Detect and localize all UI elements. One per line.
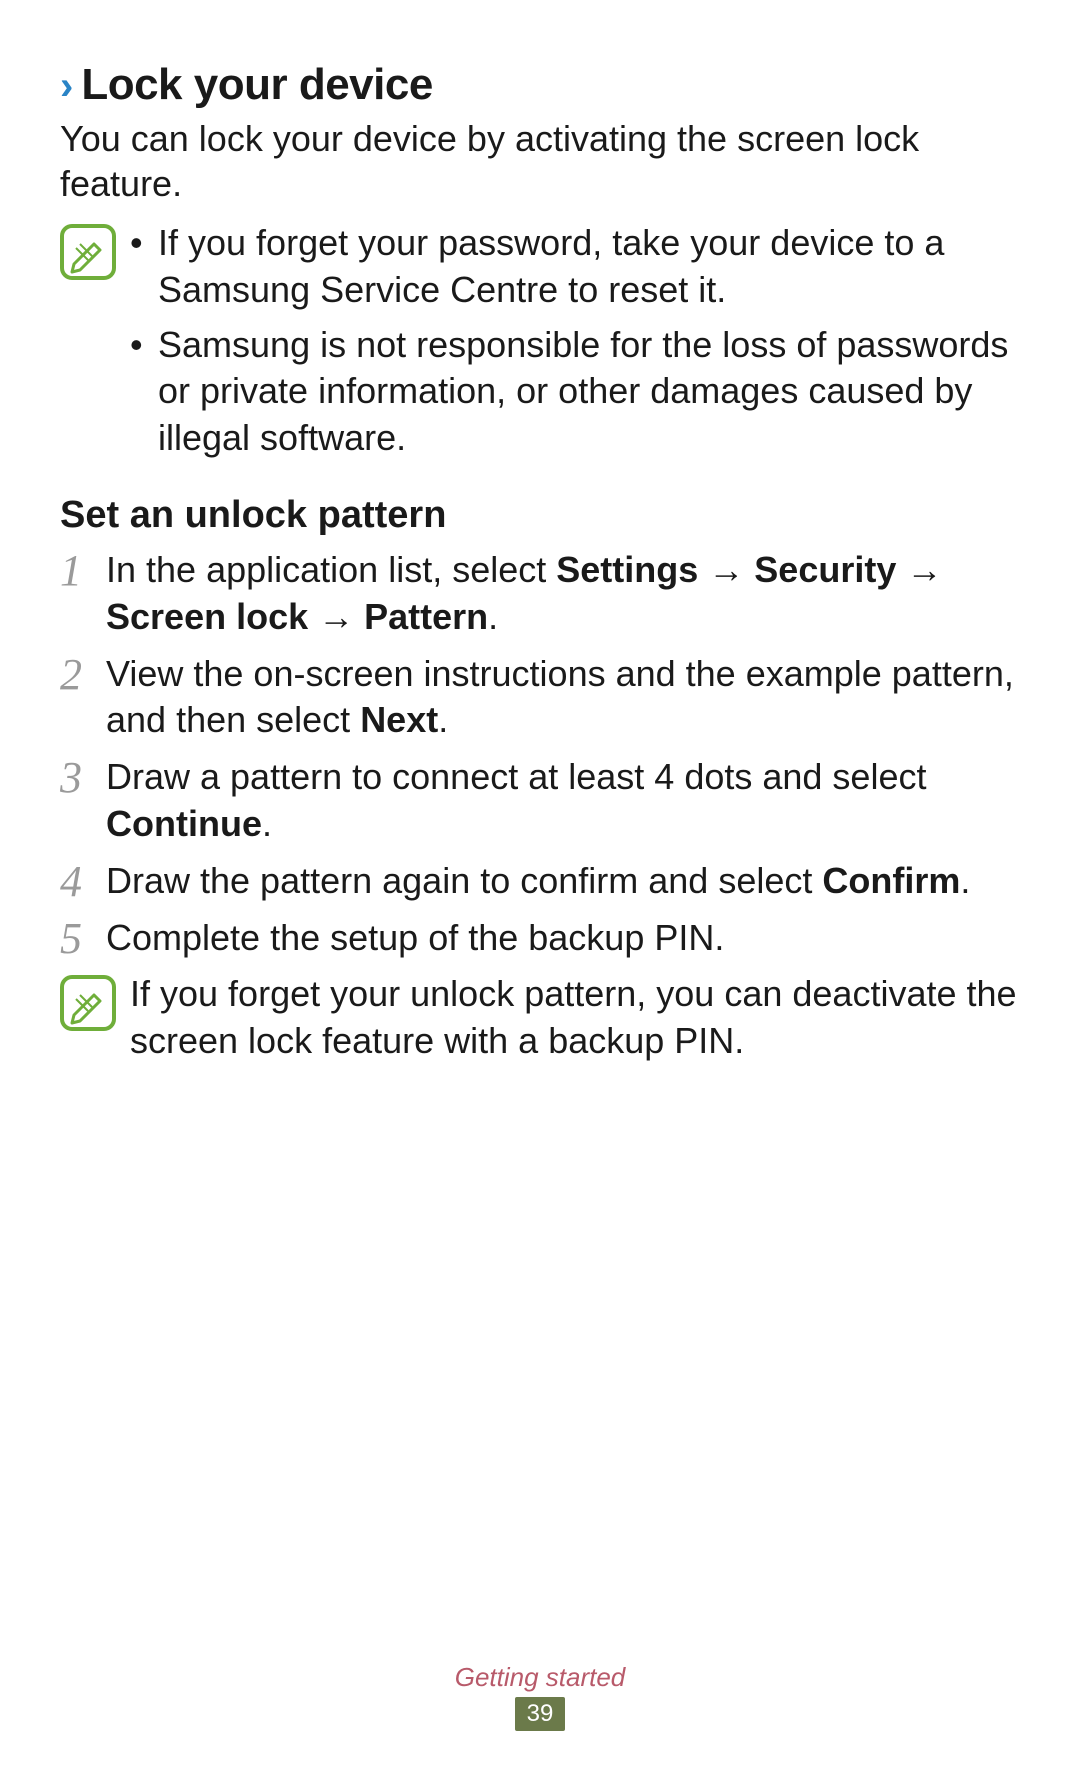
note-bullets: • If you forget your password, take your…	[130, 220, 1020, 462]
note-block-2: If you forget your unlock pattern, you c…	[60, 971, 1020, 1065]
step-item: 4Draw the pattern again to confirm and s…	[60, 858, 1020, 905]
note-block-1: • If you forget your password, take your…	[60, 220, 1020, 470]
step-number: 4	[60, 858, 106, 904]
step-item: 2View the on-screen instructions and the…	[60, 651, 1020, 745]
note-bullet-item: • Samsung is not responsible for the los…	[130, 322, 1020, 462]
step-item: 5Complete the setup of the backup PIN.	[60, 915, 1020, 962]
page-number: 39	[515, 1697, 566, 1731]
section-heading: › Lock your device	[60, 60, 1020, 110]
note-bullet-item: • If you forget your password, take your…	[130, 220, 1020, 314]
note-text: If you forget your unlock pattern, you c…	[130, 971, 1020, 1065]
step-number: 5	[60, 915, 106, 961]
step-item: 3Draw a pattern to connect at least 4 do…	[60, 754, 1020, 848]
step-text: View the on-screen instructions and the …	[106, 651, 1020, 745]
step-item: 1In the application list, select Setting…	[60, 547, 1020, 641]
step-text: Draw the pattern again to confirm and se…	[106, 858, 1020, 905]
step-text: Draw a pattern to connect at least 4 dot…	[106, 754, 1020, 848]
subheading: Set an unlock pattern	[60, 494, 1020, 537]
intro-text: You can lock your device by activating t…	[60, 116, 1020, 206]
heading-title: Lock your device	[81, 60, 432, 110]
page-footer: Getting started 39	[0, 1662, 1080, 1731]
note-icon	[60, 224, 116, 280]
chevron-icon: ›	[60, 66, 73, 106]
step-number: 1	[60, 547, 106, 593]
footer-section-label: Getting started	[0, 1662, 1080, 1693]
steps-list: 1In the application list, select Setting…	[60, 547, 1020, 961]
step-number: 2	[60, 651, 106, 697]
step-number: 3	[60, 754, 106, 800]
step-text: Complete the setup of the backup PIN.	[106, 915, 1020, 962]
note-icon	[60, 975, 116, 1031]
step-text: In the application list, select Settings…	[106, 547, 1020, 641]
